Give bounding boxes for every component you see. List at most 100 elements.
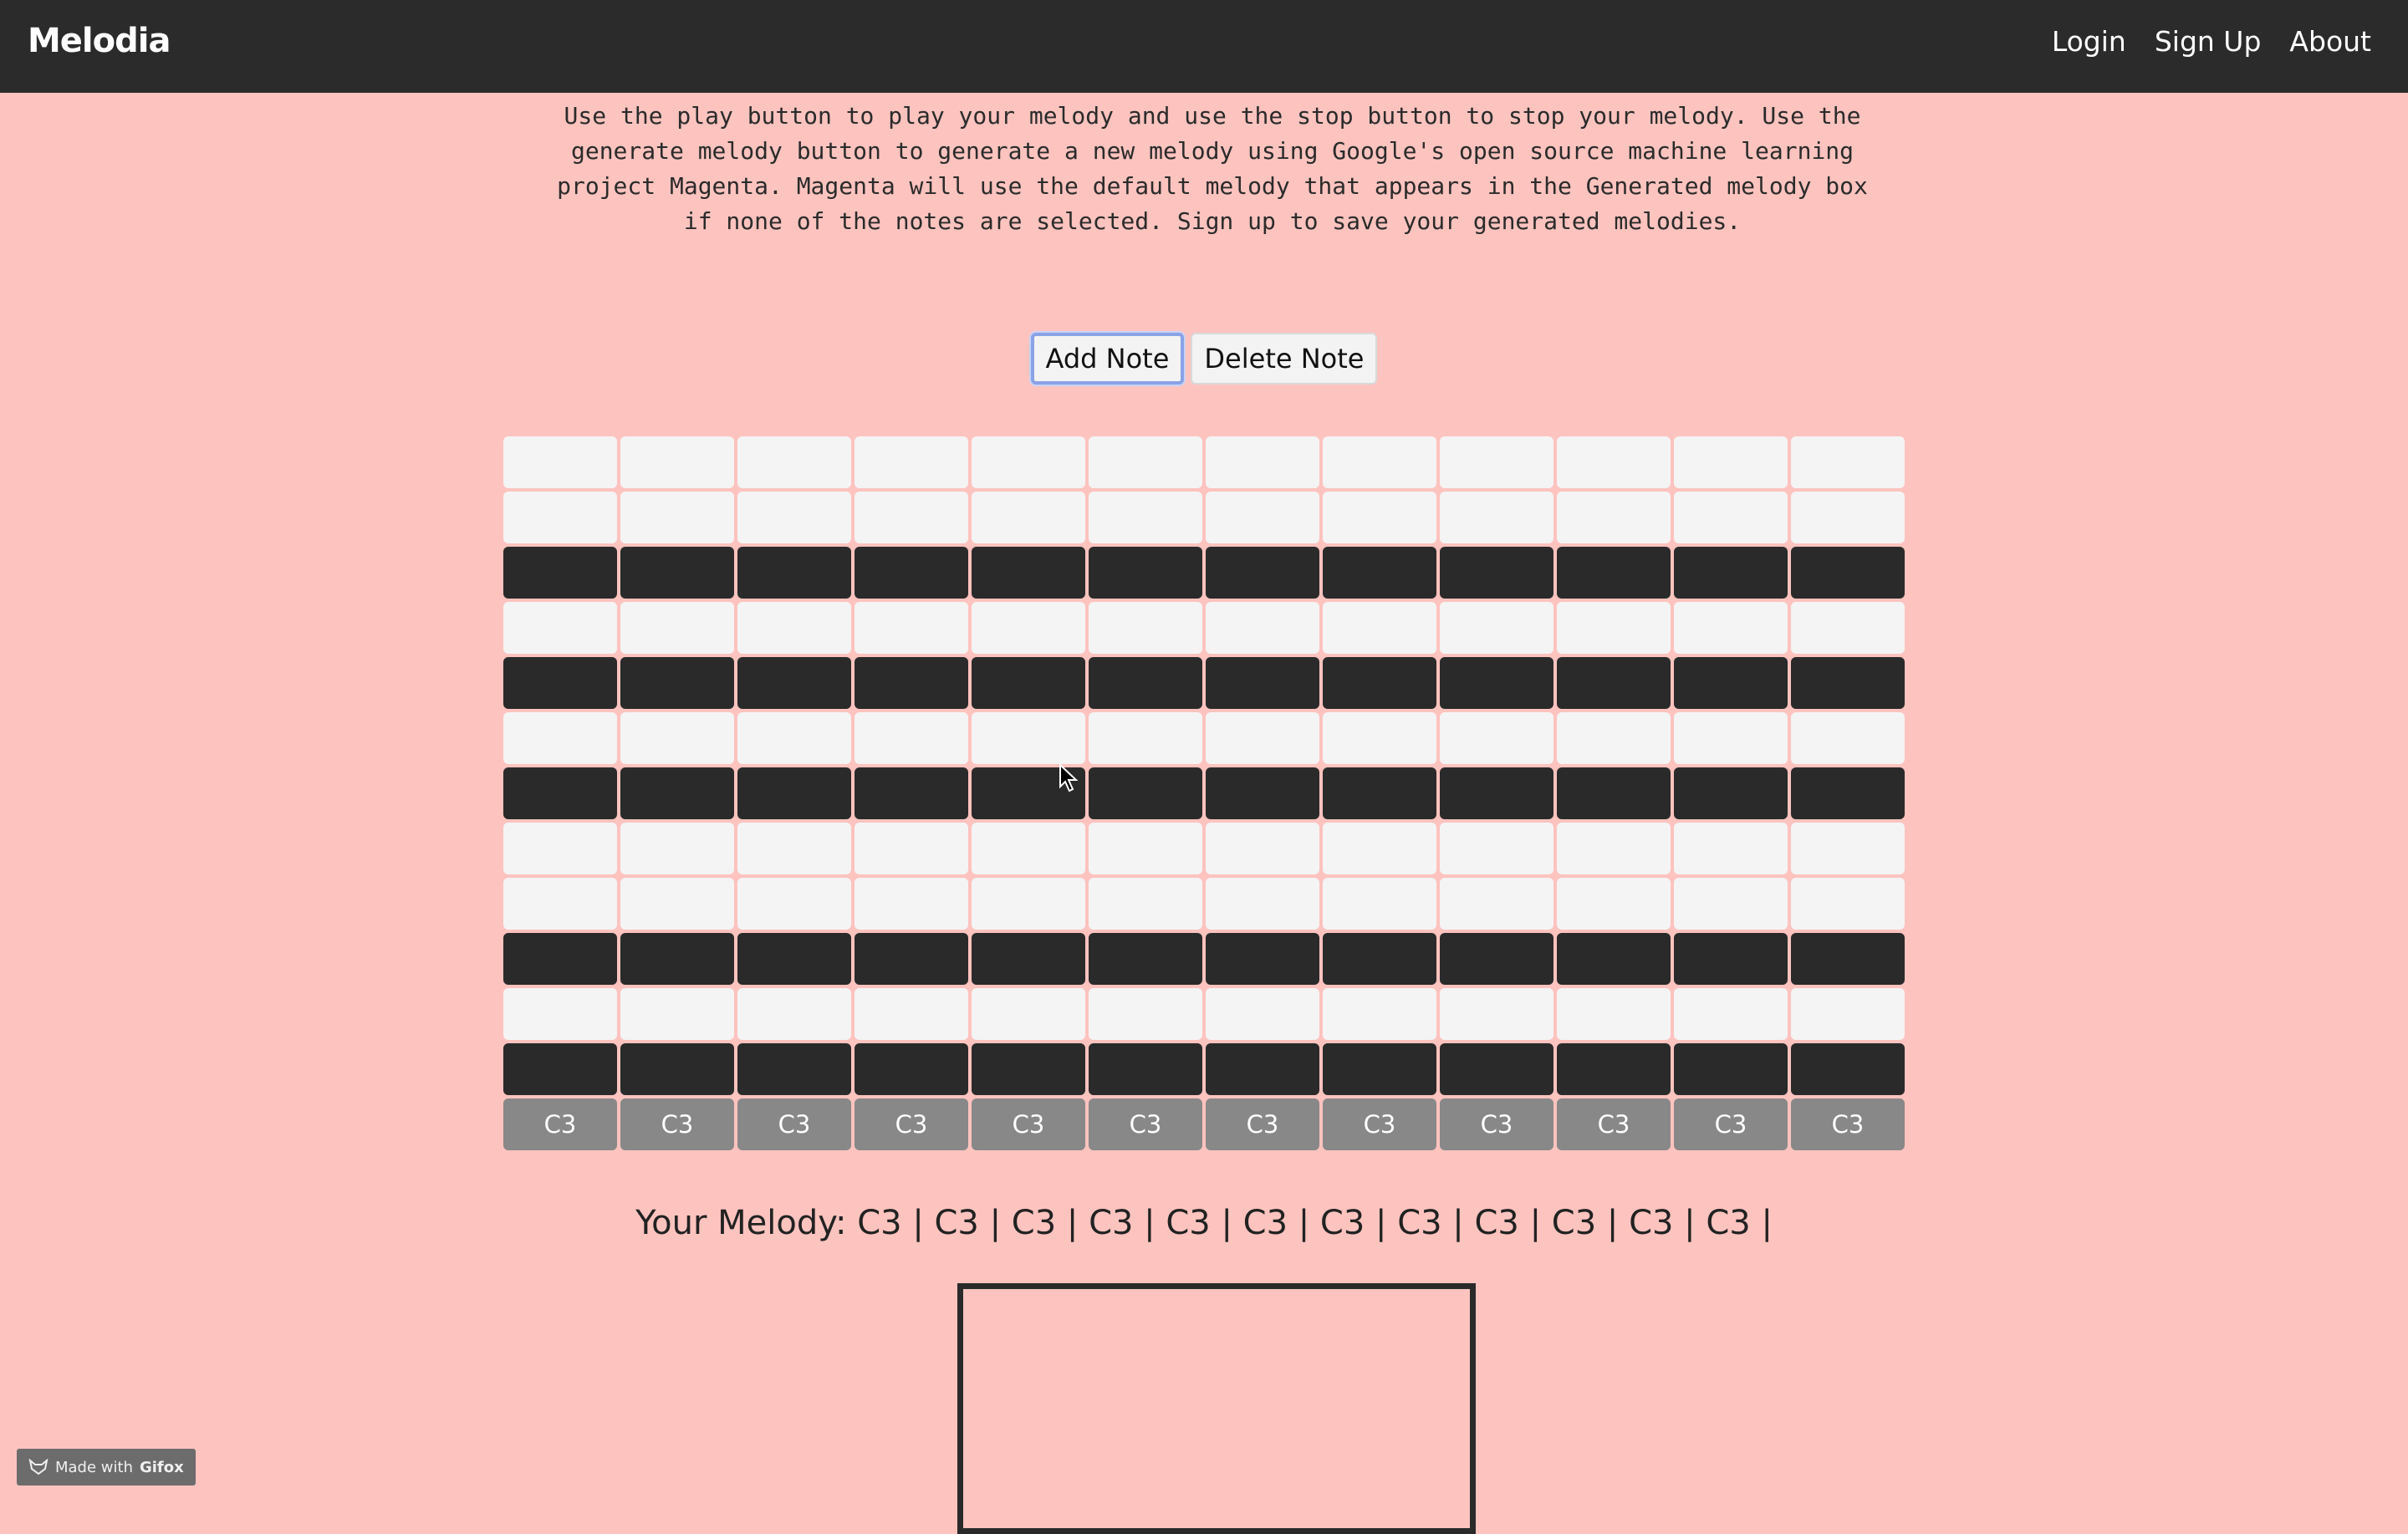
black-key-cell[interactable] <box>855 547 968 599</box>
black-key-cell[interactable] <box>1206 657 1319 709</box>
white-key-cell[interactable] <box>1206 602 1319 654</box>
note-label-cell[interactable]: C3 <box>737 1098 851 1150</box>
white-key-cell[interactable] <box>1323 823 1436 874</box>
white-key-cell[interactable] <box>1440 602 1553 654</box>
black-key-cell[interactable] <box>1440 767 1553 819</box>
gifox-badge[interactable]: Made with Gifox <box>17 1449 196 1486</box>
note-label-cell[interactable]: C3 <box>503 1098 617 1150</box>
black-key-cell[interactable] <box>855 1043 968 1095</box>
black-key-cell[interactable] <box>1089 767 1202 819</box>
white-key-cell[interactable] <box>855 823 968 874</box>
white-key-cell[interactable] <box>620 988 734 1040</box>
white-key-cell[interactable] <box>620 823 734 874</box>
black-key-cell[interactable] <box>1206 933 1319 985</box>
white-key-cell[interactable] <box>1440 823 1553 874</box>
white-key-cell[interactable] <box>503 823 617 874</box>
note-label-cell[interactable]: C3 <box>855 1098 968 1150</box>
nav-about-link[interactable]: About <box>2289 25 2371 58</box>
black-key-cell[interactable] <box>737 933 851 985</box>
black-key-cell[interactable] <box>1206 1043 1319 1095</box>
black-key-cell[interactable] <box>737 657 851 709</box>
white-key-cell[interactable] <box>620 436 734 488</box>
white-key-cell[interactable] <box>972 988 1085 1040</box>
black-key-cell[interactable] <box>1323 1043 1436 1095</box>
white-key-cell[interactable] <box>855 988 968 1040</box>
white-key-cell[interactable] <box>1206 492 1319 543</box>
black-key-cell[interactable] <box>1791 1043 1905 1095</box>
black-key-cell[interactable] <box>503 547 617 599</box>
black-key-cell[interactable] <box>503 933 617 985</box>
black-key-cell[interactable] <box>1674 657 1788 709</box>
white-key-cell[interactable] <box>1440 878 1553 930</box>
white-key-cell[interactable] <box>1089 988 1202 1040</box>
white-key-cell[interactable] <box>1089 878 1202 930</box>
note-label-cell[interactable]: C3 <box>620 1098 734 1150</box>
nav-signup-link[interactable]: Sign Up <box>2155 25 2262 58</box>
black-key-cell[interactable] <box>1557 547 1671 599</box>
white-key-cell[interactable] <box>855 712 968 764</box>
white-key-cell[interactable] <box>1557 602 1671 654</box>
white-key-cell[interactable] <box>1440 492 1553 543</box>
white-key-cell[interactable] <box>1674 712 1788 764</box>
black-key-cell[interactable] <box>1791 767 1905 819</box>
black-key-cell[interactable] <box>620 547 734 599</box>
black-key-cell[interactable] <box>1440 933 1553 985</box>
white-key-cell[interactable] <box>1089 712 1202 764</box>
white-key-cell[interactable] <box>1791 712 1905 764</box>
white-key-cell[interactable] <box>737 436 851 488</box>
brand-logo[interactable]: Melodia <box>28 22 171 60</box>
white-key-cell[interactable] <box>1323 712 1436 764</box>
white-key-cell[interactable] <box>1323 878 1436 930</box>
black-key-cell[interactable] <box>972 1043 1085 1095</box>
white-key-cell[interactable] <box>503 602 617 654</box>
black-key-cell[interactable] <box>1323 767 1436 819</box>
black-key-cell[interactable] <box>1089 933 1202 985</box>
black-key-cell[interactable] <box>737 767 851 819</box>
black-key-cell[interactable] <box>1557 933 1671 985</box>
white-key-cell[interactable] <box>855 878 968 930</box>
note-label-cell[interactable]: C3 <box>1674 1098 1788 1150</box>
black-key-cell[interactable] <box>972 933 1085 985</box>
white-key-cell[interactable] <box>503 436 617 488</box>
white-key-cell[interactable] <box>737 823 851 874</box>
black-key-cell[interactable] <box>855 657 968 709</box>
white-key-cell[interactable] <box>737 492 851 543</box>
delete-note-button[interactable]: Delete Note <box>1191 333 1378 385</box>
white-key-cell[interactable] <box>503 988 617 1040</box>
white-key-cell[interactable] <box>1089 436 1202 488</box>
black-key-cell[interactable] <box>737 547 851 599</box>
nav-login-link[interactable]: Login <box>2052 25 2126 58</box>
white-key-cell[interactable] <box>1206 823 1319 874</box>
white-key-cell[interactable] <box>972 823 1085 874</box>
note-label-cell[interactable]: C3 <box>1089 1098 1202 1150</box>
black-key-cell[interactable] <box>620 657 734 709</box>
black-key-cell[interactable] <box>855 767 968 819</box>
white-key-cell[interactable] <box>1674 436 1788 488</box>
white-key-cell[interactable] <box>1323 436 1436 488</box>
white-key-cell[interactable] <box>855 602 968 654</box>
white-key-cell[interactable] <box>1674 823 1788 874</box>
white-key-cell[interactable] <box>1557 492 1671 543</box>
white-key-cell[interactable] <box>737 988 851 1040</box>
white-key-cell[interactable] <box>1557 436 1671 488</box>
black-key-cell[interactable] <box>1323 933 1436 985</box>
white-key-cell[interactable] <box>1791 492 1905 543</box>
black-key-cell[interactable] <box>1323 547 1436 599</box>
white-key-cell[interactable] <box>972 436 1085 488</box>
black-key-cell[interactable] <box>972 657 1085 709</box>
white-key-cell[interactable] <box>1206 878 1319 930</box>
white-key-cell[interactable] <box>1323 988 1436 1040</box>
black-key-cell[interactable] <box>620 933 734 985</box>
black-key-cell[interactable] <box>503 1043 617 1095</box>
black-key-cell[interactable] <box>1674 547 1788 599</box>
white-key-cell[interactable] <box>972 492 1085 543</box>
white-key-cell[interactable] <box>1674 878 1788 930</box>
white-key-cell[interactable] <box>1440 988 1553 1040</box>
white-key-cell[interactable] <box>503 492 617 543</box>
black-key-cell[interactable] <box>1089 547 1202 599</box>
black-key-cell[interactable] <box>1206 547 1319 599</box>
white-key-cell[interactable] <box>1206 436 1319 488</box>
white-key-cell[interactable] <box>1089 602 1202 654</box>
note-label-cell[interactable]: C3 <box>1206 1098 1319 1150</box>
white-key-cell[interactable] <box>1440 436 1553 488</box>
